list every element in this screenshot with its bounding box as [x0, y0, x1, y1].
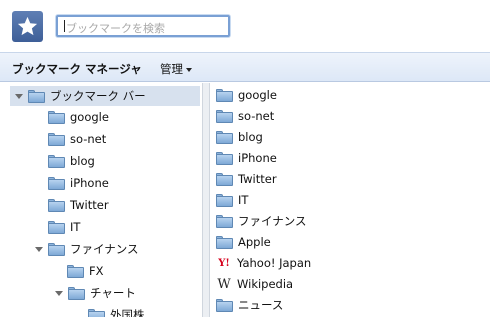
tree-item-twitter[interactable]: Twitter — [48, 195, 109, 215]
folder-icon — [28, 89, 45, 103]
folder-tree: ブックマーク バー google so-net blog iPhone Twit… — [0, 83, 202, 317]
tree-item-label: ファイナンス — [70, 242, 139, 256]
organize-menu-label: 管理 — [160, 62, 183, 76]
tree-item-label: google — [70, 110, 109, 124]
pane-splitter[interactable] — [202, 83, 210, 317]
tree-item-fx[interactable]: FX — [67, 261, 104, 281]
list-item[interactable]: W Wikipedia — [216, 274, 293, 294]
list-item[interactable]: google — [216, 85, 277, 105]
folder-icon — [216, 298, 233, 312]
list-item[interactable]: Apple — [216, 232, 271, 252]
tree-item-label: チャート — [90, 286, 136, 300]
tree-item-label: ブックマーク バー — [50, 89, 146, 103]
list-item-label: iPhone — [238, 151, 277, 165]
list-item[interactable]: IT — [216, 190, 248, 210]
folder-icon — [48, 176, 65, 190]
expand-triangle-icon[interactable] — [15, 93, 23, 99]
folder-icon — [216, 172, 233, 186]
tree-item-label: Twitter — [70, 198, 109, 212]
tree-item-label: 外国株 — [110, 308, 145, 317]
organize-menu-button[interactable]: 管理 — [160, 61, 192, 77]
folder-icon — [216, 88, 233, 102]
folder-icon — [216, 130, 233, 144]
list-item[interactable]: Twitter — [216, 169, 277, 189]
tree-item-blog[interactable]: blog — [48, 151, 95, 171]
list-item-label: Yahoo! Japan — [237, 256, 312, 270]
tree-item-label: FX — [89, 264, 104, 278]
page-title: ブックマーク マネージャ — [12, 62, 142, 76]
folder-icon — [216, 151, 233, 165]
list-item[interactable]: blog — [216, 127, 263, 147]
list-item[interactable]: ファイナンス — [216, 211, 307, 231]
tree-item-label: so-net — [70, 132, 107, 146]
folder-icon — [48, 242, 65, 256]
tree-item-it[interactable]: IT — [48, 217, 80, 237]
list-item-label: so-net — [238, 109, 275, 123]
tree-item-chart[interactable]: チャート — [55, 283, 136, 303]
search-input[interactable] — [58, 19, 228, 38]
list-item-label: IT — [238, 193, 249, 207]
tree-item-finance[interactable]: ファイナンス — [35, 239, 139, 259]
list-item[interactable]: iPhone — [216, 148, 277, 168]
folder-icon — [48, 132, 65, 146]
folder-icon — [48, 110, 65, 124]
tree-item-google[interactable]: google — [48, 107, 109, 127]
folder-icon — [216, 235, 233, 249]
expand-triangle-icon[interactable] — [55, 290, 63, 296]
list-item[interactable]: so-net — [216, 106, 274, 126]
toolbar: ブックマーク マネージャ 管理 — [0, 52, 490, 82]
list-item[interactable]: Y! Yahoo! Japan — [216, 253, 311, 273]
folder-icon — [48, 220, 65, 234]
chevron-down-icon — [186, 67, 192, 72]
tree-item-iphone[interactable]: iPhone — [48, 173, 109, 193]
wikipedia-icon: W — [217, 276, 231, 292]
folder-icon — [48, 154, 65, 168]
header — [0, 0, 490, 52]
bookmark-manager-window: ブックマーク マネージャ 管理 ブックマーク バー google so-net … — [0, 0, 490, 317]
tree-item-bookmarks-bar[interactable]: ブックマーク バー — [10, 86, 200, 106]
list-item-label: ニュース — [238, 298, 284, 312]
folder-icon — [216, 193, 233, 207]
list-item-label: Wikipedia — [237, 277, 294, 291]
folder-icon — [68, 286, 85, 300]
list-item-label: ファイナンス — [238, 214, 307, 228]
expand-triangle-icon[interactable] — [35, 246, 43, 252]
star-icon — [12, 11, 43, 42]
tree-item-so-net[interactable]: so-net — [48, 129, 106, 149]
tree-item-label: IT — [70, 220, 81, 234]
folder-icon — [88, 308, 105, 317]
list-item-label: Twitter — [238, 172, 277, 186]
list-item[interactable]: ニュース — [216, 295, 283, 315]
list-item-label: google — [238, 88, 277, 102]
list-item-label: blog — [238, 130, 263, 144]
tree-item-foreign-stocks[interactable]: 外国株 — [88, 305, 145, 317]
list-item-label: Apple — [238, 235, 271, 249]
search-box — [56, 15, 230, 38]
tree-item-label: iPhone — [70, 176, 109, 190]
yahoo-icon: Y! — [218, 257, 230, 269]
folder-icon — [67, 264, 84, 278]
folder-icon — [216, 214, 233, 228]
folder-icon — [216, 109, 233, 123]
tree-item-label: blog — [70, 154, 95, 168]
folder-icon — [48, 198, 65, 212]
text-cursor — [64, 20, 65, 32]
bookmark-list: google so-net blog iPhone Twitter IT ファイ… — [210, 83, 490, 317]
